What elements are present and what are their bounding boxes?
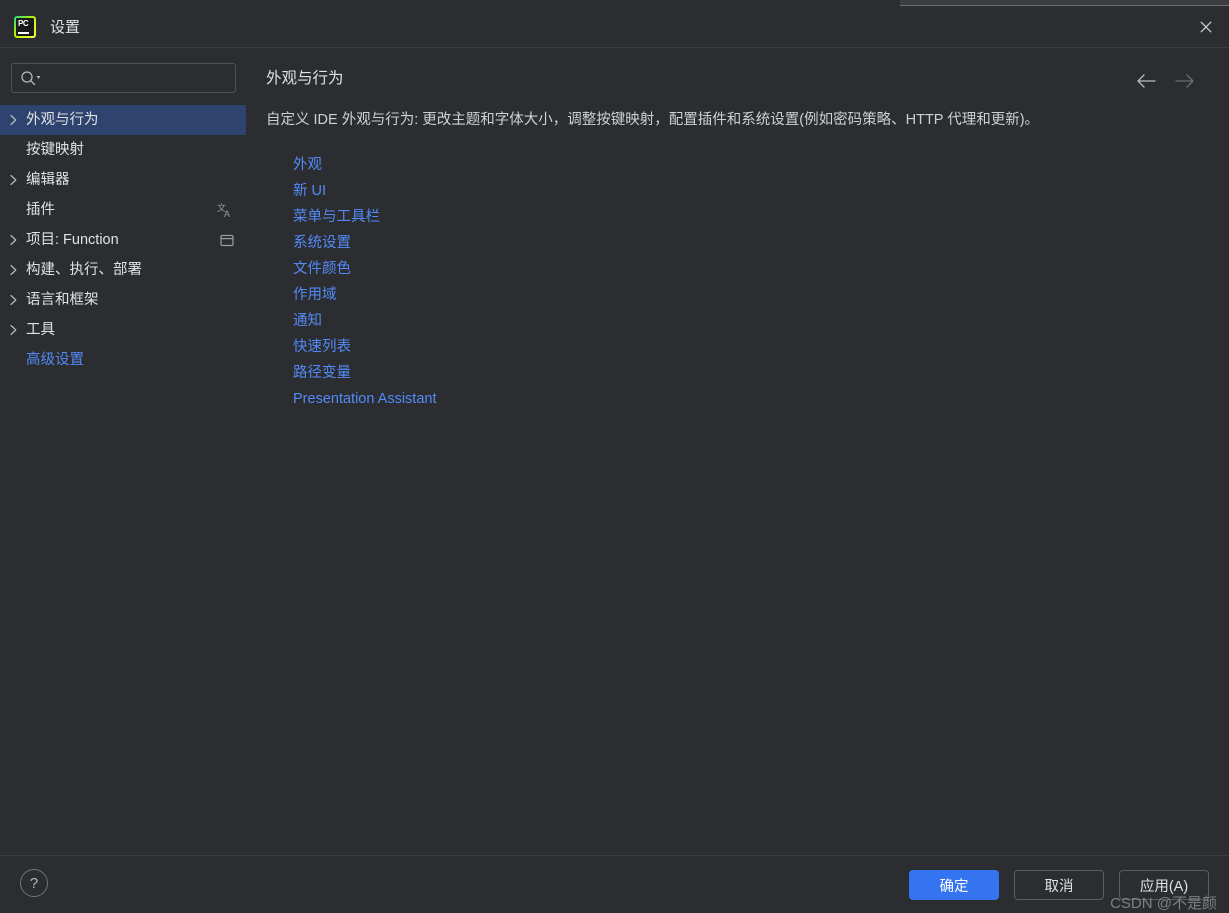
title-bar: PC 设置 (0, 6, 1229, 48)
page-description: 自定义 IDE 外观与行为: 更改主题和字体大小，调整按键映射，配置插件和系统设… (266, 112, 1040, 128)
sidebar-item-label: 语言和框架 (26, 292, 99, 308)
ok-button[interactable]: 确定 (909, 870, 999, 900)
pycharm-logo-bar (18, 31, 29, 34)
apply-button[interactable]: 应用(A) (1119, 870, 1209, 900)
chevron-right-icon[interactable] (0, 285, 26, 315)
sidebar-item-label: 外观与行为 (26, 112, 99, 128)
sidebar-item-2[interactable]: 编辑器 (0, 165, 246, 195)
navigation-arrows (1135, 73, 1196, 94)
chevron-right-icon[interactable] (0, 315, 26, 345)
arrow-left-icon[interactable] (1135, 73, 1157, 94)
sidebar-item-1[interactable]: 按键映射 (0, 135, 246, 165)
settings-link-0[interactable]: 外观 (293, 152, 322, 178)
search-field-wrapper (11, 63, 236, 93)
sidebar-item-label: 构建、执行、部署 (26, 262, 142, 278)
settings-tree: 外观与行为按键映射编辑器插件 文 A 项目: Function 构建、执行、部署 语言和框… (0, 105, 246, 375)
sidebar-item-label: 按键映射 (26, 142, 84, 158)
settings-link-5[interactable]: 作用域 (293, 282, 337, 308)
window-title: 设置 (50, 19, 81, 36)
settings-link-8[interactable]: 路径变量 (293, 360, 351, 386)
dialog-footer: ? 确定 取消 应用(A) CSDN @不是颜 (0, 855, 1229, 913)
svg-text:A: A (224, 209, 230, 219)
sidebar-item-4[interactable]: 项目: Function (0, 225, 246, 255)
pycharm-logo-text: PC (18, 19, 29, 28)
translate-icon: 文A (217, 195, 234, 225)
settings-link-9[interactable]: Presentation Assistant (293, 386, 436, 412)
sidebar-item-6[interactable]: 语言和框架 (0, 285, 246, 315)
help-button[interactable]: ? (20, 869, 48, 897)
chevron-right-icon[interactable] (0, 255, 26, 285)
page-title: 外观与行为 (266, 70, 344, 87)
settings-link-3[interactable]: 系统设置 (293, 230, 351, 256)
settings-sidebar: 外观与行为按键映射编辑器插件 文 A 项目: Function 构建、执行、部署 语言和框… (0, 49, 246, 855)
sidebar-item-label: 项目: Function (26, 232, 119, 248)
pycharm-logo-icon: PC (14, 16, 36, 38)
settings-main-panel: 外观与行为 自定义 IDE 外观与行为: 更改主题和字体大小，调整按键映射，配置… (246, 49, 1229, 855)
chevron-right-icon[interactable] (0, 225, 26, 255)
settings-link-1[interactable]: 新 UI (293, 178, 326, 204)
settings-link-6[interactable]: 通知 (293, 308, 322, 334)
settings-dialog: PC 设置 外观与行为按键映射编辑器插件 文 A 项目: Function 构建、执行、… (0, 0, 1229, 913)
sidebar-item-8[interactable]: 高级设置 (0, 345, 246, 375)
sidebar-item-5[interactable]: 构建、执行、部署 (0, 255, 246, 285)
sidebar-item-label: 高级设置 (26, 352, 84, 368)
sidebar-item-label: 工具 (26, 322, 55, 338)
pycharm-logo-inner: PC (16, 18, 34, 36)
project-panel-icon (220, 225, 234, 255)
settings-links-list: 外观新 UI 菜单与工具栏 系统设置 文件颜色 作用域 通知 快速列表 路径变量 Present… (293, 152, 436, 412)
search-input[interactable] (11, 63, 236, 93)
close-icon[interactable] (1183, 6, 1229, 48)
settings-link-2[interactable]: 菜单与工具栏 (293, 204, 380, 230)
chevron-right-icon[interactable] (0, 165, 26, 195)
sidebar-item-7[interactable]: 工具 (0, 315, 246, 345)
chevron-right-icon[interactable] (0, 105, 26, 135)
settings-link-4[interactable]: 文件颜色 (293, 256, 351, 282)
settings-link-7[interactable]: 快速列表 (293, 334, 351, 360)
sidebar-item-label: 插件 (26, 202, 55, 218)
cancel-button[interactable]: 取消 (1014, 870, 1104, 900)
arrow-right-icon[interactable] (1174, 73, 1196, 94)
sidebar-item-0[interactable]: 外观与行为 (0, 105, 246, 135)
sidebar-item-label: 编辑器 (26, 172, 70, 188)
sidebar-item-3[interactable]: 插件 文 A (0, 195, 246, 225)
